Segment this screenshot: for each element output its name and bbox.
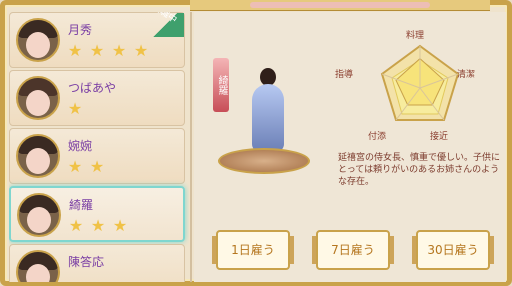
character-name: 綺羅 [69,198,94,212]
radar-label: 清潔 [457,70,476,80]
star-icon: ★ [67,157,83,176]
star-rating: ★ [66,99,88,118]
avatar [16,18,60,62]
star-icon: ★ [111,41,127,60]
avatar [16,76,60,120]
character-description: 延禧宮の侍女長、慎重で優しい。子供にとっては頼りがいのあるお姉さんのような存在。 [338,153,501,187]
status-badge: 任職中 [146,12,184,37]
star-icon: ★ [67,41,83,60]
star-icon: ★ [112,216,128,235]
character-list: 月秀 ★ ★ ★ ★ 任職中 つばあや ★ 婉婉 ★ ★ 綺羅 ★ ★ ★ 陳答応 [9,12,189,282]
avatar [16,250,60,282]
character-name: 婉婉 [68,139,93,153]
star-icon: ★ [90,216,106,235]
top-ornament [190,0,490,11]
radar-label: 接近 [430,132,449,142]
star-icon: ★ [89,41,105,60]
character-card[interactable]: 陳答応 [9,244,185,282]
character-vertical-name: 綺羅 [213,58,229,112]
character-card[interactable]: 月秀 ★ ★ ★ ★ 任職中 [9,12,185,68]
panel-divider [190,12,192,282]
star-icon: ★ [133,41,149,60]
character-name: 月秀 [68,23,93,37]
star-icon: ★ [89,157,105,176]
hire-buttons: 1日雇う 7日雇う 30日雇う [210,230,500,274]
hire-1day-button[interactable]: 1日雇う [212,230,294,270]
star-rating: ★ ★ ★ ★ [66,41,154,60]
character-figure [238,68,298,156]
avatar [16,134,60,178]
character-card-selected[interactable]: 綺羅 ★ ★ ★ [9,186,185,242]
star-icon: ★ [67,99,83,118]
character-name: つばあや [68,81,117,95]
avatar [17,193,61,237]
character-card[interactable]: 婉婉 ★ ★ [9,128,185,184]
hire-7day-button[interactable]: 7日雇う [312,230,394,270]
radar-label: 指導 [335,70,354,80]
hire-30day-button[interactable]: 30日雇う [412,230,494,270]
star-icon: ★ [68,216,84,235]
character-name: 陳答応 [68,255,105,269]
pedestal [218,148,310,174]
radar-label: 付添 [368,132,387,142]
star-rating: ★ ★ [66,157,110,176]
star-rating: ★ ★ ★ [67,216,133,235]
radar-label: 料理 [406,31,425,41]
character-card[interactable]: つばあや ★ [9,70,185,126]
